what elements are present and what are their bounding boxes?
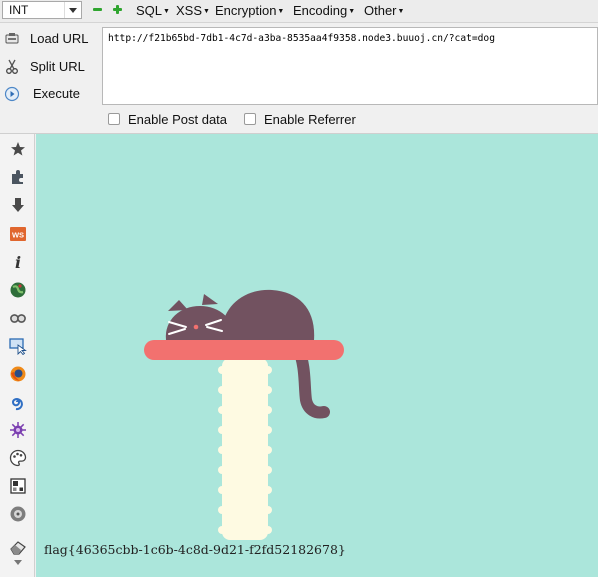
svg-text:i: i <box>15 253 21 271</box>
scissors-icon <box>6 59 18 74</box>
injection-type-select[interactable]: INT <box>2 1 82 19</box>
menu-encoding[interactable]: Encoding▼ <box>293 3 355 18</box>
grid-icon[interactable] <box>9 477 27 495</box>
injection-type-value: INT <box>9 3 29 17</box>
menu-xss[interactable]: XSS▼ <box>176 3 210 18</box>
ws-icon[interactable]: WS <box>9 225 27 243</box>
addon-sidebar: WS i <box>0 134 35 577</box>
svg-text:WS: WS <box>12 231 24 240</box>
checkbox-box[interactable] <box>108 113 120 125</box>
load-url-button[interactable]: Load URL <box>4 28 99 50</box>
play-icon <box>4 86 20 102</box>
star-icon[interactable] <box>9 140 27 158</box>
scroll-down-icon[interactable] <box>9 558 27 568</box>
url-textarea[interactable]: http://f21b65bd-7db1-4c7d-a3ba-8535aa4f9… <box>102 27 598 105</box>
execute-label: Execute <box>33 86 80 101</box>
globe-icon[interactable] <box>9 281 27 299</box>
load-url-icon <box>5 33 19 44</box>
enable-referrer-label: Enable Referrer <box>264 112 356 127</box>
cat-body <box>221 289 315 340</box>
menu-encryption[interactable]: Encryption▼ <box>215 3 284 18</box>
enable-post-label: Enable Post data <box>128 112 228 127</box>
menu-sql[interactable]: SQL▼ <box>136 3 170 18</box>
split-url-button[interactable]: Split URL <box>4 56 99 78</box>
firefox-icon[interactable] <box>9 365 27 383</box>
puzzle-icon[interactable] <box>9 168 27 186</box>
caret-down-icon: ▼ <box>203 8 210 15</box>
disc-icon[interactable] <box>9 505 27 523</box>
scratching-post <box>218 358 272 540</box>
glasses-icon[interactable] <box>9 309 27 327</box>
minus-icon[interactable] <box>93 5 102 14</box>
virus-icon[interactable] <box>9 421 27 439</box>
chevron-down-icon[interactable] <box>64 2 81 18</box>
menu-encryption-label: Encryption <box>215 3 277 18</box>
caret-down-icon: ▼ <box>397 8 405 15</box>
cat-head <box>165 294 235 340</box>
cat-shelf <box>144 340 344 360</box>
menu-other[interactable]: Other▼ <box>364 3 404 18</box>
page-content: flag{46365cbb-1c6b-4c8d-9d21-f2fd5218267… <box>36 134 598 577</box>
menu-other-label: Other <box>364 3 397 18</box>
screen-cursor-icon[interactable] <box>9 337 27 355</box>
url-text: http://f21b65bd-7db1-4c7d-a3ba-8535aa4f9… <box>108 33 495 44</box>
execute-button[interactable]: Execute <box>4 83 99 105</box>
flag-text: flag{46365cbb-1c6b-4c8d-9d21-f2fd5218267… <box>44 542 346 557</box>
palette-icon[interactable] <box>9 449 27 467</box>
eraser-icon[interactable] <box>9 539 27 557</box>
caret-down-icon: ▼ <box>163 8 170 15</box>
checkbox-box[interactable] <box>244 113 256 125</box>
cat-illustration <box>144 289 344 540</box>
load-url-label: Load URL <box>30 31 89 46</box>
caret-down-icon: ▼ <box>277 8 285 15</box>
caret-down-icon: ▼ <box>348 8 356 15</box>
split-url-label: Split URL <box>30 59 85 74</box>
menu-encoding-label: Encoding <box>293 3 348 18</box>
plus-icon[interactable] <box>113 5 122 14</box>
hackbar-toolbar: INT SQL▼ XSS▼ Encryption▼ Encoding▼ Othe… <box>0 0 598 23</box>
menu-xss-label: XSS <box>176 3 203 18</box>
download-arrow-icon[interactable] <box>9 196 27 214</box>
hackbar-panel: Load URL Split URL Execute http://f21b65… <box>0 23 598 134</box>
info-icon[interactable]: i <box>9 253 27 271</box>
menu-sql-label: SQL <box>136 3 163 18</box>
swirl-icon[interactable] <box>9 393 27 411</box>
